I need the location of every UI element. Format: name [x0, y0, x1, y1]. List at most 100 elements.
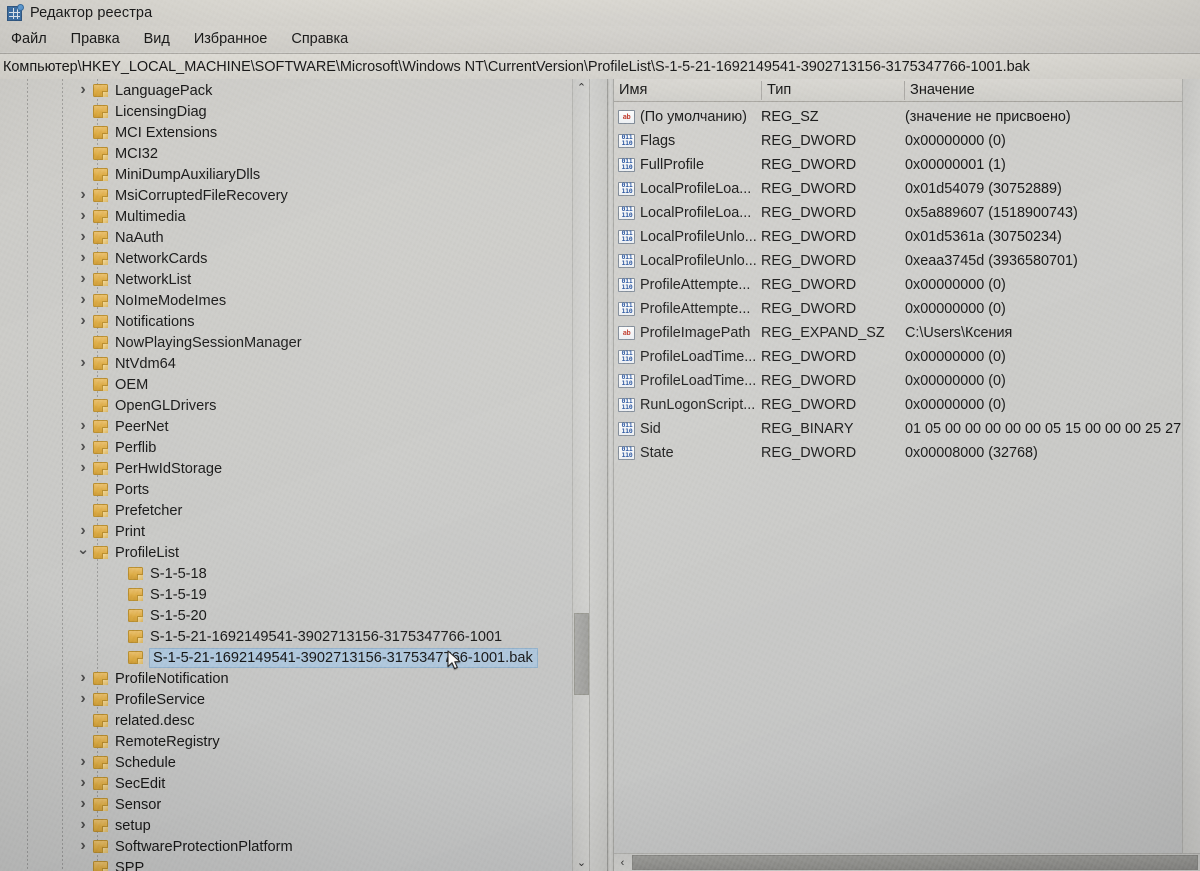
tree-scrollbar-thumb[interactable] — [574, 613, 589, 695]
tree-node[interactable]: S-1-5-19 — [0, 584, 590, 605]
chevron-right-icon[interactable] — [75, 83, 91, 99]
chevron-right-icon[interactable] — [75, 251, 91, 267]
folder-icon — [93, 504, 108, 517]
tree-node[interactable]: MsiCorruptedFileRecovery — [0, 185, 590, 206]
chevron-right-icon[interactable] — [75, 209, 91, 225]
value-row[interactable]: 011 110 ProfileAttempte... REG_DWORD 0x00000… — [614, 273, 1200, 297]
tree-node-selected[interactable]: S-1-5-21-1692149541-3902713156-317534776… — [0, 647, 590, 668]
chevron-right-icon[interactable] — [75, 272, 91, 288]
tree-node[interactable]: MCI Extensions — [0, 122, 590, 143]
chevron-right-icon[interactable] — [75, 797, 91, 813]
tree-node[interactable]: S-1-5-20 — [0, 605, 590, 626]
chevron-right-icon[interactable] — [75, 461, 91, 477]
tree-node[interactable]: NoImeModeImes — [0, 290, 590, 311]
tree-node[interactable]: setup — [0, 815, 590, 836]
chevron-right-icon[interactable] — [75, 692, 91, 708]
tree-node[interactable]: PeerNet — [0, 416, 590, 437]
tree-node[interactable]: Print — [0, 521, 590, 542]
tree-node[interactable]: Prefetcher — [0, 500, 590, 521]
chevron-right-icon[interactable] — [75, 440, 91, 456]
value-row[interactable]: ab (По умолчанию) REG_SZ (значение не присв… — [614, 105, 1200, 129]
chevron-right-icon[interactable] — [75, 818, 91, 834]
chevron-right-icon[interactable] — [75, 776, 91, 792]
values-scroll-left-button[interactable]: ‹ — [614, 854, 631, 871]
tree-node[interactable]: OpenGLDrivers — [0, 395, 590, 416]
value-row[interactable]: 011 110 Sid REG_BINARY 01 05 00 00 00 00 00 … — [614, 417, 1200, 441]
tree-node[interactable]: Perflib — [0, 437, 590, 458]
value-row[interactable]: 011 110 FullProfile REG_DWORD 0x00000001 (1) — [614, 153, 1200, 177]
value-row[interactable]: 011 110 LocalProfileUnlo... REG_DWORD 0x01d5… — [614, 225, 1200, 249]
value-row[interactable]: 011 110 LocalProfileUnlo... REG_DWORD 0xeaa3… — [614, 249, 1200, 273]
chevron-down-icon[interactable] — [75, 545, 91, 561]
value-name: ProfileAttempte... — [640, 301, 751, 317]
tree-node[interactable]: ProfileService — [0, 689, 590, 710]
menu-item-view[interactable]: Вид — [133, 29, 183, 50]
chevron-right-icon[interactable] — [75, 755, 91, 771]
value-row[interactable]: 011 110 RunLogonScript... REG_DWORD 0x000000… — [614, 393, 1200, 417]
tree-node[interactable]: related.desc — [0, 710, 590, 731]
pane-splitter[interactable] — [607, 79, 614, 871]
tree-node[interactable]: Schedule — [0, 752, 590, 773]
address-bar[interactable]: Компьютер\HKEY_LOCAL_MACHINE\SOFTWARE\Mi… — [0, 53, 1200, 80]
tree-node[interactable]: SoftwareProtectionPlatform — [0, 836, 590, 857]
value-row[interactable]: ab ProfileImagePath REG_EXPAND_SZ C:\Users\… — [614, 321, 1200, 345]
tree-node[interactable]: Notifications — [0, 311, 590, 332]
menu-item-edit[interactable]: Правка — [60, 29, 133, 50]
folder-icon — [93, 462, 108, 475]
tree-node[interactable]: NaAuth — [0, 227, 590, 248]
value-row[interactable]: 011 110 LocalProfileLoa... REG_DWORD 0x5a889… — [614, 201, 1200, 225]
chevron-right-icon[interactable] — [75, 230, 91, 246]
value-row[interactable]: 011 110 ProfileLoadTime... REG_DWORD 0x00000… — [614, 345, 1200, 369]
tree-node[interactable]: SPP — [0, 857, 590, 871]
chevron-right-icon[interactable] — [75, 839, 91, 855]
tree-node[interactable]: RemoteRegistry — [0, 731, 590, 752]
values-vertical-scrollbar[interactable] — [1182, 79, 1200, 871]
menu-item-favorites[interactable]: Избранное — [183, 29, 280, 50]
chevron-right-icon[interactable] — [75, 356, 91, 372]
chevron-right-icon[interactable] — [75, 419, 91, 435]
values-horizontal-scrollbar[interactable]: ‹ — [614, 853, 1200, 871]
tree-node[interactable]: SecEdit — [0, 773, 590, 794]
tree-node[interactable]: MiniDumpAuxiliaryDlls — [0, 164, 590, 185]
tree-node[interactable]: LicensingDiag — [0, 101, 590, 122]
tree-vertical-scrollbar[interactable]: ⌃ ⌄ — [572, 79, 590, 871]
chevron-right-icon[interactable] — [75, 671, 91, 687]
chevron-right-icon[interactable] — [75, 314, 91, 330]
tree-scroll-up-button[interactable]: ⌃ — [573, 79, 590, 96]
value-row[interactable]: 011 110 ProfileLoadTime... REG_DWORD 0x00000… — [614, 369, 1200, 393]
tree-node-spacer — [75, 335, 91, 351]
tree-node[interactable]: Ports — [0, 479, 590, 500]
value-row[interactable]: 011 110 State REG_DWORD 0x00008000 (32768) — [614, 441, 1200, 465]
registry-tree[interactable]: LanguagePack LicensingDiag MCI Extensions M… — [0, 79, 590, 871]
value-row[interactable]: 011 110 Flags REG_DWORD 0x00000000 (0) — [614, 129, 1200, 153]
tree-node[interactable]: NetworkCards — [0, 248, 590, 269]
tree-node[interactable]: ProfileList — [0, 542, 590, 563]
tree-node[interactable]: Multimedia — [0, 206, 590, 227]
tree-node[interactable]: Sensor — [0, 794, 590, 815]
value-row[interactable]: 011 110 LocalProfileLoa... REG_DWORD 0x01d54… — [614, 177, 1200, 201]
tree-node[interactable]: LanguagePack — [0, 80, 590, 101]
tree-scroll-down-button[interactable]: ⌄ — [573, 854, 590, 871]
tree-node[interactable]: NowPlayingSessionManager — [0, 332, 590, 353]
chevron-right-icon[interactable] — [75, 293, 91, 309]
column-header-name[interactable]: Имя — [614, 79, 762, 101]
column-header-value[interactable]: Значение — [905, 79, 1182, 101]
tree-node-label: PerHwIdStorage — [115, 460, 223, 477]
tree-node[interactable]: OEM — [0, 374, 590, 395]
tree-node[interactable]: ProfileNotification — [0, 668, 590, 689]
tree-node[interactable]: PerHwIdStorage — [0, 458, 590, 479]
chevron-right-icon[interactable] — [75, 188, 91, 204]
tree-node[interactable]: MCI32 — [0, 143, 590, 164]
tree-node[interactable]: S-1-5-21-1692149541-3902713156-317534776… — [0, 626, 590, 647]
menu-item-file[interactable]: Файл — [0, 29, 60, 50]
value-row[interactable]: 011 110 ProfileAttempte... REG_DWORD 0x00000… — [614, 297, 1200, 321]
tree-node-spacer — [110, 650, 126, 666]
chevron-right-icon[interactable] — [75, 524, 91, 540]
menu-item-help[interactable]: Справка — [280, 29, 361, 50]
column-header-type[interactable]: Тип — [762, 79, 905, 101]
tree-node[interactable]: NetworkList — [0, 269, 590, 290]
tree-node-spacer — [75, 167, 91, 183]
tree-node[interactable]: S-1-5-18 — [0, 563, 590, 584]
values-hscrollbar-thumb[interactable] — [632, 855, 1198, 870]
tree-node[interactable]: NtVdm64 — [0, 353, 590, 374]
